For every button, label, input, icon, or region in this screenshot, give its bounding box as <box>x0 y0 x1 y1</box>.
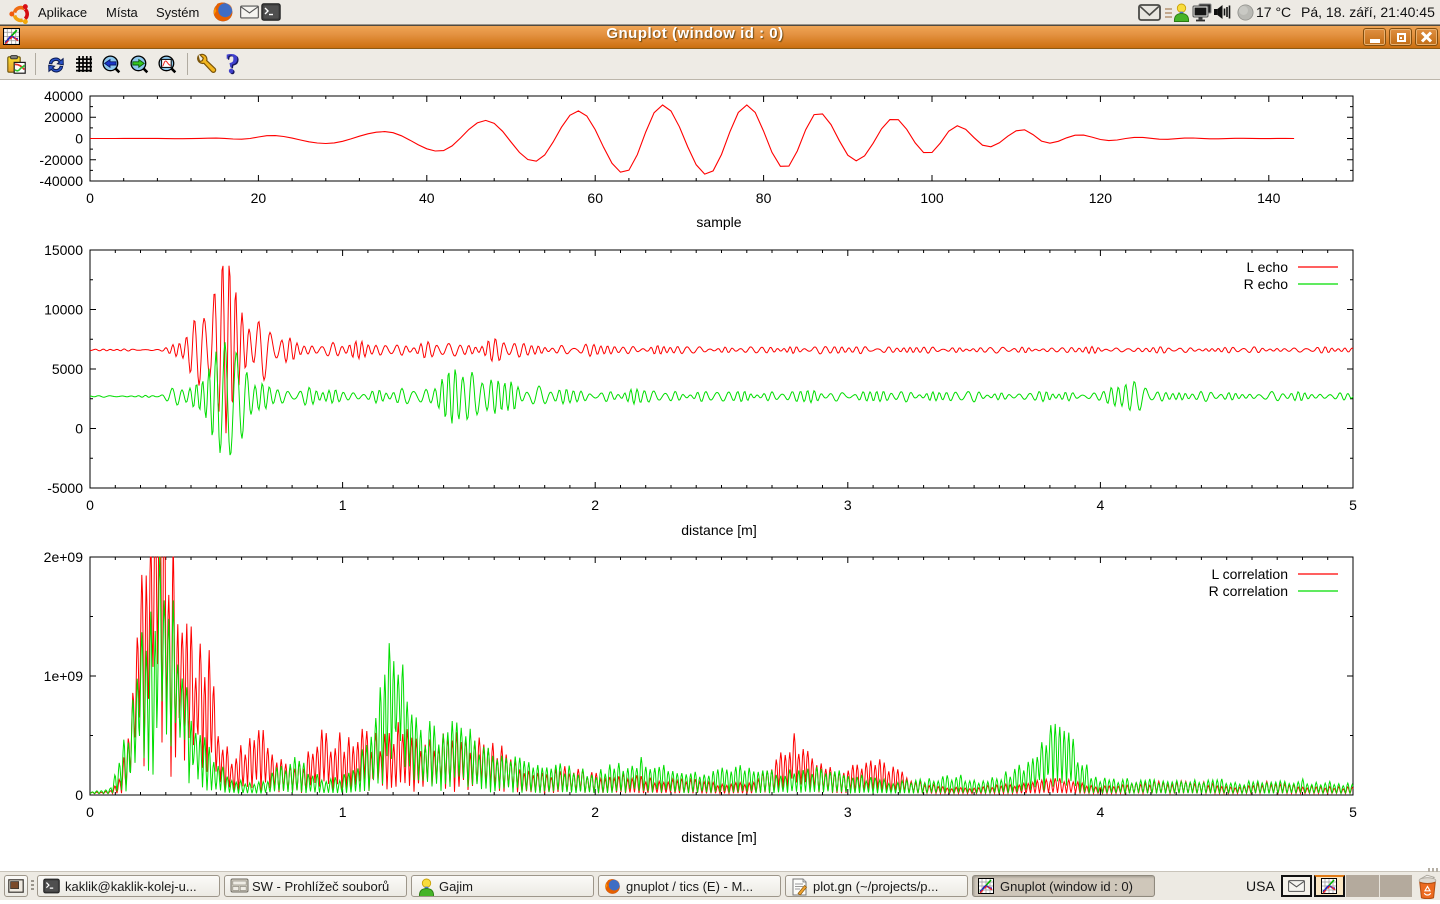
svg-text:60: 60 <box>587 190 603 206</box>
svg-text:distance [m]: distance [m] <box>681 829 756 845</box>
svg-text:-20000: -20000 <box>39 152 83 168</box>
svg-text:140: 140 <box>1257 190 1281 206</box>
svg-text:5000: 5000 <box>52 361 83 377</box>
svg-text:-5000: -5000 <box>47 480 83 496</box>
svg-text:20: 20 <box>251 190 267 206</box>
svg-text:120: 120 <box>1089 190 1113 206</box>
svg-text:3: 3 <box>844 497 852 513</box>
svg-text:5: 5 <box>1349 497 1357 513</box>
svg-text:L echo: L echo <box>1246 259 1288 275</box>
svg-text:0: 0 <box>75 787 83 803</box>
svg-text:L correlation: L correlation <box>1211 566 1288 582</box>
svg-text:R correlation: R correlation <box>1209 583 1288 599</box>
svg-text:1e+09: 1e+09 <box>44 668 84 684</box>
svg-text:80: 80 <box>756 190 772 206</box>
svg-text:3: 3 <box>844 804 852 820</box>
svg-text:2: 2 <box>591 497 599 513</box>
svg-text:40: 40 <box>419 190 435 206</box>
svg-text:0: 0 <box>86 804 94 820</box>
svg-text:1: 1 <box>339 497 347 513</box>
svg-text:-40000: -40000 <box>39 173 83 189</box>
svg-text:R echo: R echo <box>1244 276 1289 292</box>
svg-text:sample: sample <box>696 214 741 230</box>
svg-text:100: 100 <box>920 190 944 206</box>
svg-text:0: 0 <box>86 190 94 206</box>
svg-text:0: 0 <box>75 421 83 437</box>
svg-text:20000: 20000 <box>44 109 83 125</box>
svg-text:2e+09: 2e+09 <box>44 549 84 565</box>
svg-text:2: 2 <box>591 804 599 820</box>
svg-text:0: 0 <box>86 497 94 513</box>
svg-text:4: 4 <box>1097 497 1105 513</box>
svg-text:10000: 10000 <box>44 302 83 318</box>
svg-text:15000: 15000 <box>44 242 83 258</box>
svg-text:4: 4 <box>1097 804 1105 820</box>
svg-text:0: 0 <box>75 131 83 147</box>
svg-text:40000: 40000 <box>44 88 83 104</box>
svg-text:5: 5 <box>1349 804 1357 820</box>
svg-text:1: 1 <box>339 804 347 820</box>
svg-text:distance [m]: distance [m] <box>681 522 756 538</box>
